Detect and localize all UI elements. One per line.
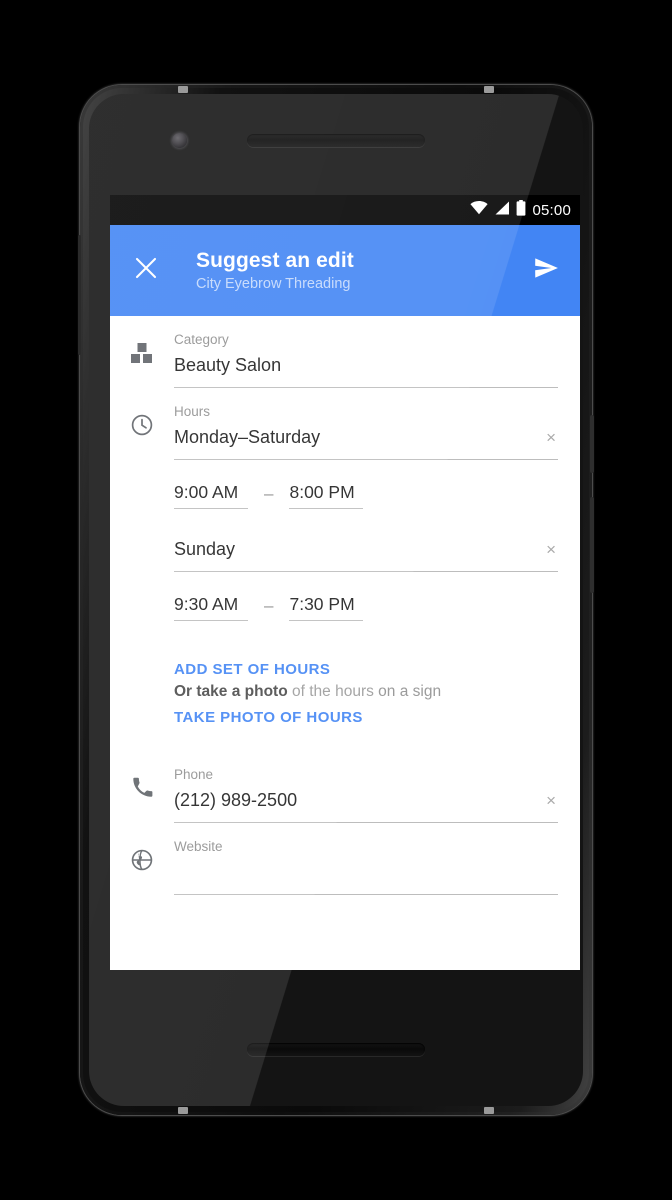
phone-screen: 05:00 Suggest an edit City Eyebrow Threa… [110,195,580,970]
clock-icon [131,414,153,751]
field-website: Website [110,823,580,895]
field-phone: Phone (212) 989-2500 × [110,751,580,823]
category-label: Category [174,332,229,347]
take-photo-note-bold: Or take a photo [174,683,288,700]
clear-icon[interactable]: × [538,541,558,565]
category-icon-slot [110,316,174,388]
category-grid-icon [131,342,153,388]
hours-time-row: 9:00 AM – 8:00 PM [174,482,558,509]
take-photo-of-hours-button[interactable]: TAKE PHOTO OF HOURS [174,709,363,726]
clear-icon[interactable]: × [538,792,558,816]
add-set-of-hours-button[interactable]: ADD SET OF HOURS [174,661,330,678]
hours-days-input[interactable]: Sunday × [174,534,558,572]
wifi-icon [470,200,489,220]
hours-days-value: Monday–Saturday [174,426,321,447]
volume-button[interactable] [590,497,594,593]
antenna-notch [484,86,494,93]
send-icon [533,255,559,286]
hours-icon-slot [110,388,174,751]
earpiece-speaker [247,134,425,147]
phone-device-frame: 05:00 Suggest an edit City Eyebrow Threa… [78,85,594,1115]
hours-days-input[interactable]: Monday–Saturday × [174,422,558,460]
website-input[interactable] [174,857,558,895]
page-subtitle: City Eyebrow Threading [196,276,351,292]
hours-close-time[interactable]: 7:30 PM [289,594,364,621]
hours-label: Hours [174,404,211,419]
edit-form: Category Beauty Salon Hours Monday–Satur… [110,316,580,970]
take-photo-note: Or take a photo of the hours on a sign [174,683,558,701]
close-icon [135,257,157,284]
phone-icon-slot [110,751,174,823]
antenna-notch [178,1107,188,1114]
power-button[interactable] [590,415,594,473]
send-button[interactable] [526,251,566,291]
side-rail [78,235,81,355]
time-dash: – [264,596,274,615]
category-value: Beauty Salon [174,354,282,375]
clear-icon[interactable]: × [538,429,558,453]
website-label: Website [174,839,223,854]
website-value [174,872,548,879]
close-button[interactable] [126,251,166,291]
antenna-notch [484,1107,494,1114]
category-field-main: Category Beauty Salon [174,316,562,388]
cell-signal-icon [494,201,510,220]
phone-icon [132,777,153,823]
time-dash: – [264,484,274,503]
website-icon-slot [110,823,174,895]
battery-icon [516,199,526,221]
hours-time-row: 9:30 AM – 7:30 PM [174,594,558,621]
hours-field-main: Hours Monday–Saturday × 9:00 AM – 8:00 P… [174,388,562,751]
phone-front-glass: 05:00 Suggest an edit City Eyebrow Threa… [89,94,583,1106]
phone-value: (212) 989-2500 [174,789,298,810]
antenna-notch [178,86,188,93]
field-hours: Hours Monday–Saturday × 9:00 AM – 8:00 P… [110,388,580,751]
field-category: Category Beauty Salon [110,316,580,388]
app-bar: Suggest an edit City Eyebrow Threading [110,225,580,316]
phone-input[interactable]: (212) 989-2500 × [174,785,558,823]
page-title: Suggest an edit [196,249,354,272]
clear-icon[interactable] [548,872,558,879]
phone-label: Phone [174,767,214,782]
app-bar-titles: Suggest an edit City Eyebrow Threading [196,249,526,292]
phone-field-main: Phone (212) 989-2500 × [174,751,562,823]
top-bezel [89,94,583,190]
hours-close-time[interactable]: 8:00 PM [289,482,364,509]
take-photo-note-rest: of the hours on a sign [287,683,442,700]
hours-days-value: Sunday [174,538,236,559]
status-clock: 05:00 [532,201,571,219]
hours-open-time[interactable]: 9:00 AM [174,482,248,509]
bottom-speaker [247,1043,425,1056]
bottom-bezel [89,1002,583,1106]
hours-open-time[interactable]: 9:30 AM [174,594,248,621]
category-input[interactable]: Beauty Salon [174,350,558,388]
website-field-main: Website [174,823,562,895]
globe-icon [131,849,153,895]
status-bar: 05:00 [110,195,580,225]
front-camera-icon [172,133,187,148]
